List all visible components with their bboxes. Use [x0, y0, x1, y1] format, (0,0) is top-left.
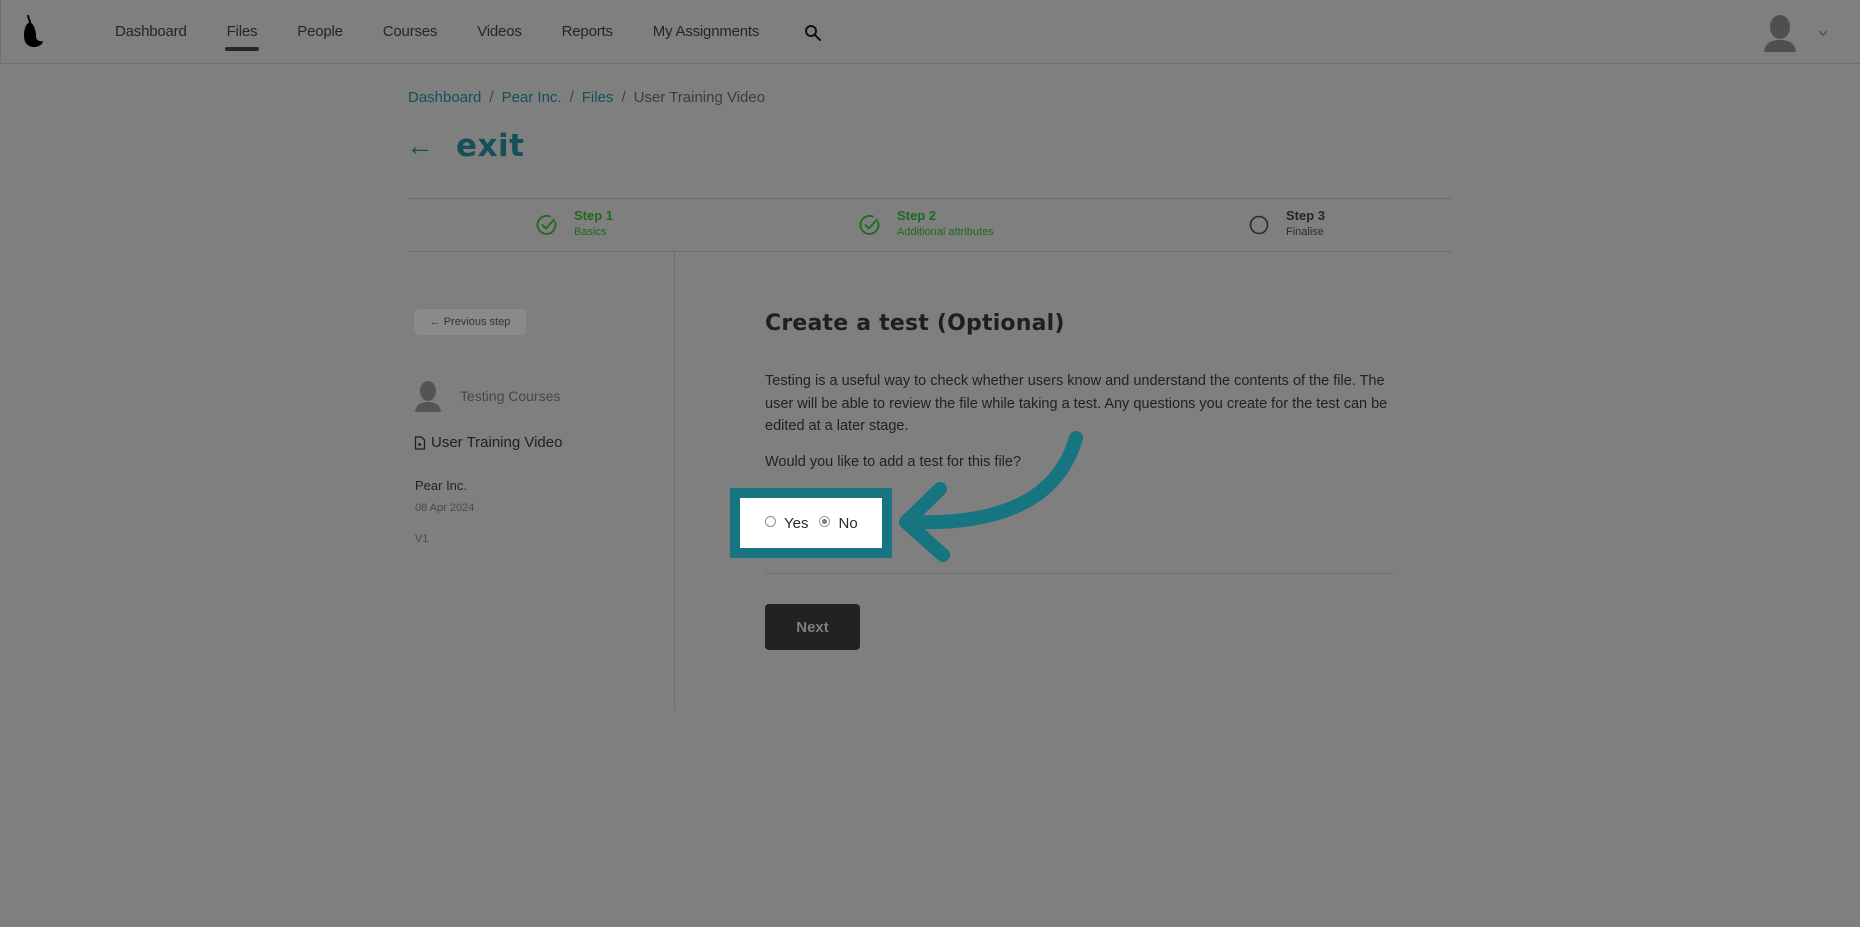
nav-item-dashboard[interactable]: Dashboard — [115, 0, 187, 64]
step-title: Step 3 — [1286, 208, 1326, 223]
step-subtitle: Finalise — [1286, 226, 1324, 238]
step-1: Step 1 Basics — [536, 207, 613, 241]
previous-step-button[interactable]: ← Previous step — [414, 309, 526, 335]
radio-label: No — [838, 514, 858, 532]
test-radio-group: Yes No — [740, 498, 882, 548]
file-version: V1 — [415, 533, 429, 545]
radio-option-yes[interactable]: Yes — [765, 515, 808, 532]
breadcrumb-pear-inc[interactable]: Pear Inc. — [502, 89, 562, 106]
nav-item-reports[interactable]: Reports — [562, 0, 613, 64]
step-title: Step 1 — [574, 208, 614, 223]
file-organization: Pear Inc. — [415, 478, 468, 493]
nav-item-my-assignments[interactable]: My Assignments — [653, 0, 760, 64]
step-subtitle: Basics — [574, 226, 607, 238]
check-circle-icon — [859, 215, 880, 235]
chevron-down-icon[interactable] — [1817, 28, 1829, 38]
owner-name: Testing Courses — [460, 388, 561, 404]
section-description: Testing is a useful way to check whether… — [765, 373, 1388, 434]
breadcrumb-dashboard[interactable]: Dashboard — [408, 89, 481, 106]
check-circle-icon — [536, 215, 557, 235]
search-icon[interactable] — [804, 24, 822, 42]
divider — [765, 573, 1393, 574]
step-subtitle: Additional attributes — [897, 226, 994, 238]
breadcrumb-files[interactable]: Files — [582, 89, 614, 106]
annotation-arrow-head — [899, 482, 950, 562]
section-title: Create a test (Optional) — [765, 311, 1065, 336]
main-nav: Dashboard Files People Courses Videos Re… — [115, 0, 799, 64]
breadcrumb-current: User Training Video — [633, 89, 766, 106]
video-file-icon — [414, 435, 426, 450]
breadcrumb-separator: / — [489, 89, 494, 106]
radio-yes[interactable] — [765, 515, 776, 527]
nav-item-courses[interactable]: Courses — [383, 0, 438, 64]
radio-label: Yes — [784, 514, 809, 532]
nav-item-files[interactable]: Files — [224, 0, 259, 64]
breadcrumb-separator: / — [621, 89, 626, 106]
test-question: Would you like to add a test for this fi… — [765, 454, 1022, 470]
back-arrow-icon: ← — [406, 130, 434, 161]
exit-button[interactable]: ← exit — [406, 128, 524, 164]
annotation-arrow-curve — [905, 431, 1083, 530]
step-title: Step 2 — [897, 208, 937, 223]
breadcrumb: Dashboard / Pear Inc. / Files / User Tra… — [408, 89, 765, 106]
exit-label: exit — [456, 128, 525, 164]
nav-item-people[interactable]: People — [297, 0, 343, 64]
file-owner: Testing Courses — [414, 380, 560, 412]
step-3: Step 3 Finalise — [1248, 207, 1325, 241]
user-avatar-icon[interactable] — [1763, 14, 1797, 52]
step-progress-bar: Step 1 Basics Step 2 Additional attribut… — [408, 198, 1452, 252]
nav-item-videos[interactable]: Videos — [477, 0, 522, 64]
empty-circle-icon — [1249, 215, 1269, 235]
pear-logo-icon[interactable] — [19, 14, 45, 48]
highlight-box: Yes No — [730, 488, 892, 558]
file-date: 08 Apr 2024 — [415, 502, 475, 514]
file-name: User Training Video — [431, 434, 563, 451]
top-navigation-bar: Dashboard Files People Courses Videos Re… — [0, 0, 1860, 64]
owner-avatar-icon — [415, 381, 441, 412]
file-info: User Training Video — [414, 434, 562, 451]
next-button[interactable]: Next — [765, 604, 860, 650]
column-divider — [674, 252, 675, 710]
step-2: Step 2 Additional attributes — [859, 207, 994, 241]
radio-option-no[interactable]: No — [819, 514, 858, 532]
radio-no[interactable] — [819, 515, 831, 527]
breadcrumb-separator: / — [569, 89, 574, 106]
